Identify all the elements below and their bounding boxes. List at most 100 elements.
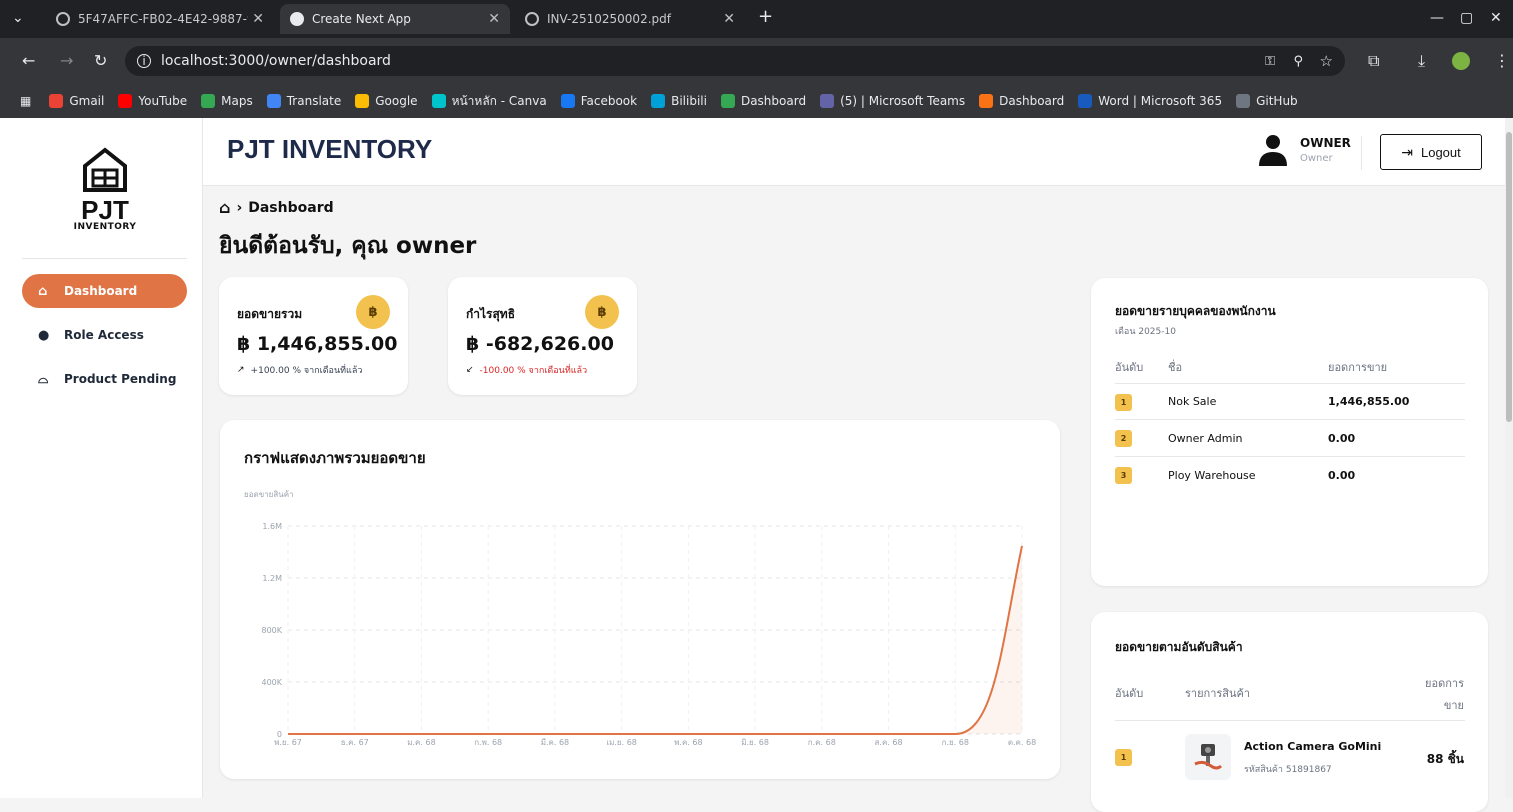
warehouse-icon [83,147,127,192]
restore-icon[interactable]: ▢ [1460,10,1473,26]
extensions-icon[interactable]: ⧉ [1368,51,1379,71]
kpi-total-sales-card: ยอดขายรวม ฿ ฿ 1,446,855.00 ↗ +100.00 % จ… [219,277,408,395]
table-divider [1115,419,1465,420]
staff-name: Nok Sale [1168,395,1217,408]
profile-avatar[interactable] [1452,52,1470,70]
close-icon[interactable]: ✕ [488,11,500,27]
bookmark-item[interactable]: Dashboard [979,94,1064,108]
sidebar-item-label: Product Pending [64,372,177,386]
logout-icon: ⇥ [1401,143,1413,160]
bookmark-item[interactable]: Facebook [560,94,638,108]
sales-chart-card: กราฟแสดงภาพรวมยอดขาย ยอดขายสินค้า 0 400K 8… [220,420,1060,779]
staff-amount: 0.00 [1328,469,1356,482]
back-icon[interactable]: ← [22,51,35,70]
x-tick-label: เม.ย. 68 [606,738,637,747]
browser-tab-1[interactable]: 5F47AFFC-FB02-4E42-9887-912 ✕ [46,4,274,34]
bookmarks-bar: ▦ Gmail YouTube Maps Translate Google หน้าหลั… [0,84,1513,118]
kpi-delta-text: -100.00 % จากเดือนที่แล้ว [479,366,588,376]
site-info-icon[interactable]: i [137,54,151,68]
bookmark-item[interactable]: Gmail [49,94,104,108]
logout-button[interactable]: ⇥ Logout [1380,134,1482,170]
new-tab-icon[interactable]: + [758,6,773,27]
download-icon[interactable]: ⤓ [1418,51,1425,71]
bookmark-item[interactable]: Translate [266,94,341,108]
bookmark-label: (5) | Microsoft Teams [840,94,966,108]
globe-icon [525,12,539,26]
staff-name: Owner Admin [1168,432,1243,445]
staff-sales-subtitle: เดือน 2025-10 [1115,327,1176,337]
sidebar: PJT INVENTORY ⌂ Dashboard ● Role Access … [0,118,203,798]
close-icon[interactable]: ✕ [723,11,735,27]
close-icon[interactable]: ✕ [252,11,264,27]
bookmark-item[interactable]: YouTube [118,94,187,108]
y-tick-label: 1.2M [262,574,282,583]
kpi-delta: ↗ +100.00 % จากเดือนที่แล้ว [237,363,362,377]
sidebar-item-dashboard[interactable]: ⌂ Dashboard [22,274,187,308]
x-tick-label: มี.ค. 68 [541,738,569,747]
x-tick-label: ก.พ. 68 [474,738,502,747]
apps-grid-icon[interactable]: ▦ [20,94,31,108]
staff-sales-card: ยอดขายรายบุคคลของพนักงาน เดือน 2025-10 อ… [1091,278,1488,586]
user-avatar-icon [1259,135,1287,166]
x-tick-label: มิ.ย. 68 [741,738,769,747]
bookmark-label: Dashboard [740,94,807,108]
bookmark-item[interactable]: GitHub [1236,94,1298,108]
bookmark-item[interactable]: Google [355,94,418,108]
tab-search-icon[interactable]: ⌄ [12,10,24,26]
bookmark-favicon-icon [201,94,216,108]
rank-badge: 2 [1115,430,1132,447]
bookmark-favicon-icon [49,94,64,108]
y-tick-label: 400K [261,678,282,687]
user-profile[interactable]: OWNER Owner [1258,134,1351,166]
window-close-icon[interactable]: ✕ [1490,10,1502,26]
x-tick-label: ต.ค. 68 [1008,738,1036,747]
bookmark-label: Facebook [580,94,638,108]
bookmark-item[interactable]: Maps [201,94,253,108]
x-tick-label: พ.ย. 67 [274,738,302,747]
baht-icon: ฿ [585,295,619,329]
page-scrollbar[interactable] [1505,118,1513,798]
bookmark-item[interactable]: หน้าหลัก - Canva [431,92,547,111]
menu-icon[interactable]: ⋮ [1494,51,1510,70]
welcome-heading: ยินดีต้อนรับ, คุณ owner [219,233,477,259]
sales-chart: 0400K800K1.2M1.6Mพ.ย. 67 ธ.ค. 67 ม.ค. 68 ก.… [261,522,1036,747]
zoom-icon[interactable]: ⚲ [1293,54,1303,69]
header-divider [1361,136,1362,170]
sidebar-item-label: Dashboard [64,284,138,298]
rank-badge: 1 [1115,394,1132,411]
logout-label: Logout [1420,144,1461,160]
sales-line [288,545,1023,735]
bookmark-favicon-icon [979,94,994,108]
password-key-icon[interactable]: ⚿ [1265,54,1275,69]
sidebar-item-role-access[interactable]: ● Role Access [22,318,187,352]
scrollbar-thumb[interactable] [1506,132,1512,422]
bookmark-label: Word | Microsoft 365 [1098,94,1223,108]
bookmark-item[interactable]: (5) | Microsoft Teams [820,94,965,108]
product-thumbnail [1185,734,1231,780]
basket-icon: ⌓ [38,371,49,387]
column-header-rank: อันดับ [1115,361,1144,374]
sidebar-item-product-pending[interactable]: ⌓ Product Pending [22,362,187,396]
kpi-label: กำไรสุทธิ [466,307,516,321]
minimize-icon[interactable]: — [1430,10,1444,26]
nextjs-icon [290,12,304,26]
forward-icon[interactable]: → [60,51,73,70]
table-divider [1115,720,1465,721]
bookmark-item[interactable]: Dashboard [720,94,807,108]
x-tick-label: พ.ค. 68 [674,738,702,747]
product-qty: 88 ชิ้น [1426,752,1464,766]
x-tick-label: ส.ค. 68 [875,738,903,747]
bookmark-item[interactable]: Bilibili [651,94,707,108]
column-header-name: ชื่อ [1168,361,1183,374]
browser-tab-3[interactable]: INV-2510250002.pdf ✕ [515,4,745,34]
home-icon[interactable]: ⌂ [219,198,230,217]
reload-icon[interactable]: ↻ [94,51,107,70]
bookmark-item[interactable]: Word | Microsoft 365 [1078,94,1222,108]
column-header-product: รายการสินค้า [1185,687,1251,700]
browser-tab-2[interactable]: Create Next App ✕ [280,4,510,34]
bookmark-star-icon[interactable]: ☆ [1320,52,1333,70]
product-sales-title: ยอดขายตามอันดับสินค้า [1115,640,1243,654]
table-divider [1115,383,1465,384]
bookmark-label: YouTube [138,94,188,108]
address-bar[interactable]: i localhost:3000/owner/dashboard ☆ ⚲ ⚿ [125,46,1345,76]
